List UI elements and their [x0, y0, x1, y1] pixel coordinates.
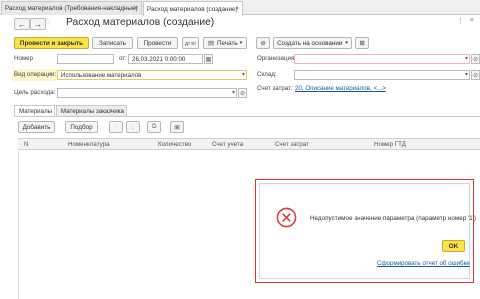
column-quantity[interactable]: Количество: [158, 141, 191, 148]
back-button[interactable]: ←: [14, 18, 30, 30]
number-label: Номер: [14, 55, 34, 62]
arrow-right-icon: →: [34, 19, 42, 29]
create-based-on-button[interactable]: Создать на основании ▾: [273, 37, 352, 49]
chevron-down-icon[interactable]: ▾: [465, 55, 468, 62]
pick-label: Подбор: [70, 123, 93, 131]
arrow-left-icon: ←: [18, 19, 26, 29]
tab-requisitions-label: Расход материалов (Требования-накладные): [5, 5, 138, 12]
chevron-down-icon[interactable]: ▾: [232, 89, 235, 96]
number-field[interactable]: [57, 54, 114, 64]
open-icon: ⊘: [239, 90, 246, 97]
add-row-button[interactable]: Добавить: [18, 121, 55, 133]
close-icon[interactable]: ×: [235, 5, 239, 12]
purpose-field[interactable]: ▾: [57, 88, 237, 98]
chevron-down-icon[interactable]: ▾: [465, 71, 468, 78]
save-button[interactable]: Записать: [92, 37, 133, 49]
date-field[interactable]: 26.03.2021 0:00:00: [128, 54, 203, 64]
open-warehouse-button[interactable]: ⊘: [471, 70, 480, 80]
error-report-link[interactable]: Сформировать отчет об ошибке: [377, 260, 470, 267]
calendar-button[interactable]: ▦: [204, 54, 213, 64]
move-down-button[interactable]: ↓: [126, 121, 140, 133]
printer-icon: ▤: [207, 40, 214, 47]
column-nomenclature[interactable]: Номенклатура: [68, 141, 110, 148]
tab-create[interactable]: Расход материалов (создание) ×: [143, 1, 243, 16]
pick-button[interactable]: Подбор: [65, 121, 98, 133]
dt-kt-button[interactable]: Дт Кт: [182, 37, 199, 49]
post-button[interactable]: Провести: [137, 37, 178, 49]
post-label: Провести: [143, 39, 172, 47]
cost-account-link[interactable]: 20, Описание материалов, <...>: [295, 85, 386, 92]
add-label: Добавить: [22, 123, 51, 131]
operation-select[interactable]: Использование материалов ▾: [57, 70, 247, 80]
close-icon[interactable]: ×: [470, 17, 474, 25]
open-purpose-button[interactable]: ⊘: [238, 88, 247, 98]
dt-kt-label: Дт Кт: [184, 40, 197, 46]
paste-button[interactable]: ▣: [170, 121, 184, 133]
error-message: Недопустимое значение параметра (парамет…: [310, 215, 476, 222]
cost-account-label: Счет затрат:: [257, 85, 293, 92]
tab-strip: Расход материалов (Требования-накладные)…: [0, 0, 480, 16]
from-label: от:: [119, 55, 127, 62]
window-controls: ⋮ ×: [457, 17, 474, 25]
more-icon[interactable]: ⋮: [457, 17, 464, 25]
open-icon: ⊘: [472, 56, 479, 63]
warehouse-label: Склад:: [257, 71, 277, 78]
arrow-up-icon: ↑: [114, 123, 118, 131]
paste-icon: ▣: [174, 123, 180, 131]
tab-create-label: Расход материалов (создание): [147, 5, 238, 13]
warehouse-field[interactable]: ▾: [294, 70, 470, 80]
chevron-down-icon[interactable]: ▾: [242, 71, 245, 78]
chevron-down-icon: ▾: [345, 40, 348, 46]
tab-materials-label: Материалы: [19, 108, 53, 115]
error-dialog-body: Недопустимое значение параметра (парамет…: [259, 183, 476, 279]
open-organization-button[interactable]: ⊘: [471, 54, 480, 64]
paperclip-icon: ⊘: [260, 39, 266, 47]
structure-icon: ⊞: [359, 39, 365, 47]
error-icon: [276, 207, 297, 228]
close-icon[interactable]: ×: [134, 5, 138, 12]
print-button[interactable]: ▤ Печать ▾: [203, 37, 247, 49]
organization-field[interactable]: ▾: [294, 54, 470, 64]
error-dialog: Недопустимое значение параметра (парамет…: [255, 179, 476, 283]
copy-icon: ⧉: [151, 123, 157, 130]
move-up-button[interactable]: ↑: [109, 121, 123, 133]
org-label: Организация:: [257, 55, 297, 62]
table-header: N Номенклатура Количество Счет учета Сче…: [18, 138, 480, 150]
chevron-down-icon: ▾: [239, 40, 243, 46]
open-icon: ⊘: [472, 72, 479, 79]
tab-requisitions[interactable]: Расход материалов (Требования-накладные)…: [1, 1, 142, 15]
ok-button[interactable]: OK: [442, 240, 465, 252]
create-based-label: Создать на основании: [277, 39, 343, 47]
attach-button[interactable]: ⊘: [256, 37, 270, 49]
arrow-down-icon: ↓: [131, 123, 135, 131]
copy-button[interactable]: ⧉: [147, 121, 161, 133]
purpose-label: Цель расхода:: [14, 89, 56, 96]
subtab-divider: [14, 116, 480, 117]
post-and-close-label: Провести и закрыть: [19, 39, 84, 47]
save-label: Записать: [99, 39, 126, 47]
favorite-star-icon[interactable]: ☆: [43, 17, 52, 28]
post-and-close-button[interactable]: Провести и закрыть: [14, 37, 89, 49]
print-label: Печать: [217, 39, 238, 47]
page-title: Расход материалов (создание): [66, 17, 215, 28]
calendar-icon: ▦: [205, 56, 212, 63]
column-cost-account[interactable]: Счет затрат: [275, 141, 309, 148]
column-account[interactable]: Счет учета: [212, 141, 243, 148]
tab-customer-materials-label: Материалы заказчика: [61, 107, 124, 115]
tab-customer-materials[interactable]: Материалы заказчика: [56, 105, 127, 116]
operation-label: Вид операции:: [14, 71, 57, 78]
column-n[interactable]: N: [24, 141, 28, 148]
structure-button[interactable]: ⊞: [355, 37, 369, 49]
column-gtd-number[interactable]: Номер ГТД: [374, 141, 406, 148]
